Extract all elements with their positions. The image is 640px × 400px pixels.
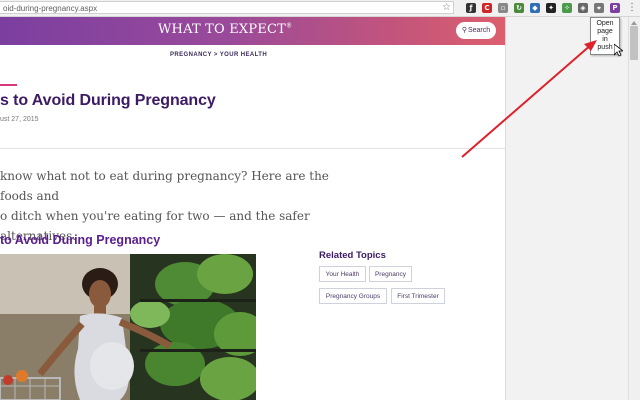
section-title: to Avoid During Pregnancy <box>0 233 161 247</box>
page-side-gutter <box>505 17 640 400</box>
pregnant-woman-grocery-photo <box>0 254 256 400</box>
browser-toolbar: oid-during-pregnancy.aspx ☆ ƒ C ▫ ↻ ◆ ✦ … <box>0 0 640 17</box>
scrollbar[interactable] <box>628 17 640 400</box>
publish-date: ust 27, 2015 <box>0 116 39 123</box>
extension-gray-icon[interactable]: ▫ <box>498 3 508 13</box>
related-topics-heading: Related Topics <box>319 250 386 261</box>
extension-leaf-icon[interactable]: ✧ <box>562 3 572 13</box>
extension-pin-icon[interactable]: ⌖ <box>594 3 604 13</box>
lead-line-1: know what not to eat during pregnancy? H… <box>0 169 329 203</box>
site-header: WHAT TO EXPECT® ⚲Search <box>0 17 505 45</box>
breadcrumb[interactable]: PREGNANCY > YOUR HEALTH <box>170 52 267 58</box>
tag-your-health[interactable]: Your Health <box>319 266 366 282</box>
scrollbar-thumb[interactable] <box>630 26 638 60</box>
browser-menu-icon[interactable]: ⋮ <box>627 1 637 15</box>
extension-red-icon[interactable]: C <box>482 3 492 13</box>
address-bar[interactable]: oid-during-pregnancy.aspx <box>0 1 454 14</box>
scroll-up-arrow-icon[interactable] <box>631 21 637 25</box>
tooltip-line-1: Open <box>596 20 614 27</box>
tooltip-line-3: in <box>602 36 608 43</box>
tag-first-trimester[interactable]: First Trimester <box>391 288 445 304</box>
extension-blue-icon[interactable]: ◆ <box>530 3 540 13</box>
extension-share-icon[interactable]: ◈ <box>578 3 588 13</box>
bookmark-star-icon[interactable]: ☆ <box>442 2 451 13</box>
extension-black-icon[interactable]: ✦ <box>546 3 556 13</box>
divider <box>0 148 505 149</box>
site-logo[interactable]: WHAT TO EXPECT® <box>158 22 292 37</box>
search-icon: ⚲ <box>461 27 467 34</box>
search-button[interactable]: ⚲Search <box>456 22 496 39</box>
extension-bolt-icon[interactable]: ƒ <box>466 3 476 13</box>
page-title: s to Avoid During Pregnancy <box>0 92 216 109</box>
mouse-cursor-icon <box>614 44 623 57</box>
extension-green-icon[interactable]: ↻ <box>514 3 524 13</box>
tooltip-line-2: page <box>597 28 613 35</box>
title-accent-bar <box>0 84 17 86</box>
tag-pregnancy[interactable]: Pregnancy <box>369 266 412 282</box>
push-extension-icon[interactable]: P <box>610 3 620 13</box>
tag-pregnancy-groups[interactable]: Pregnancy Groups <box>319 288 387 304</box>
